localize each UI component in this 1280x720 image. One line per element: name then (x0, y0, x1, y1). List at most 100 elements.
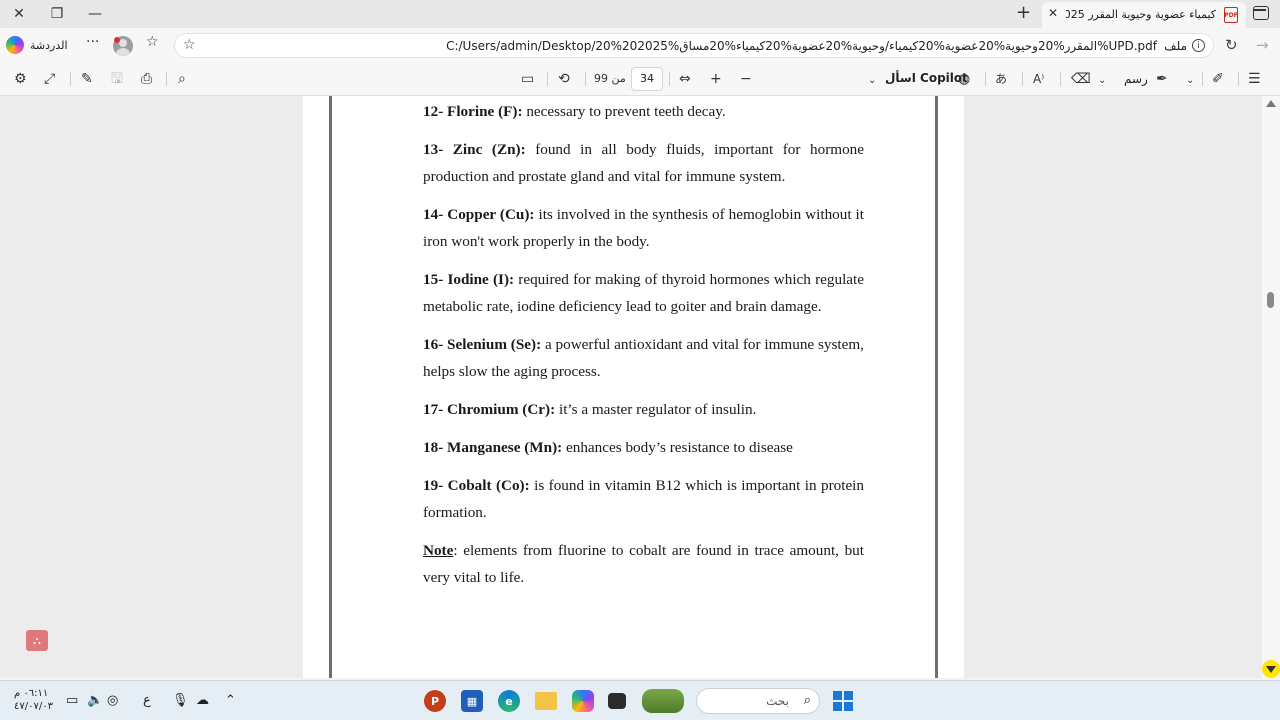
store-icon[interactable]: ▦ (461, 690, 483, 712)
document-paragraph: 12- Florine (F): necessary to prevent te… (423, 98, 864, 125)
window-close-button[interactable]: ✕ (0, 0, 38, 28)
more-options-icon[interactable]: ··· (86, 34, 99, 50)
chevron-up-icon[interactable]: ⌃ (225, 693, 236, 708)
fullscreen-icon[interactable]: ⤢ (44, 70, 55, 88)
add-favorite-icon[interactable]: ☆ (183, 37, 196, 53)
search-icon[interactable]: ⌕ (178, 70, 186, 88)
chevron-down-icon[interactable]: ⌄ (1098, 72, 1106, 90)
language-indicator[interactable]: ع (143, 693, 151, 708)
rotate-icon[interactable]: ⟲ (558, 70, 570, 88)
close-icon: ✕ (13, 6, 25, 22)
new-tab-button[interactable]: + (1016, 2, 1031, 23)
note-paragraph: Note: elements from fluorine to cobalt a… (423, 537, 864, 591)
page-view-icon[interactable]: ▭ (521, 70, 534, 88)
chevron-down-icon[interactable]: ⌄ (868, 72, 876, 90)
pdf-toolbar: ⚙ ⤢ ✎ 🖫 ⎙ ⌕ ▭ ⟲ من 99 34 ⇔ + − ⌄ اسأل Co… (0, 62, 1280, 96)
search-placeholder: بحث (766, 694, 789, 708)
start-windows-icon[interactable] (833, 691, 853, 711)
document-paragraph: 16- Selenium (Se): a powerful antioxidan… (423, 331, 864, 385)
element-heading: 17- Chromium (Cr): (423, 401, 556, 418)
toolbar-divider (1202, 72, 1203, 86)
copilot-icon (6, 36, 24, 54)
document-paragraph: 13- Zinc (Zn): found in all body fluids,… (423, 136, 864, 190)
powerpoint-icon[interactable]: P (424, 690, 446, 712)
zoom-out-icon[interactable]: − (740, 70, 752, 88)
url-text: C:/Users/admin/Desktop/20%202025%المقرر%… (446, 39, 1157, 53)
pen-icon[interactable]: ✒ (1156, 70, 1168, 88)
restore-icon: ❐ (50, 6, 64, 22)
toolbar-divider (985, 72, 986, 86)
microphone-icon[interactable]: 🎙 (172, 693, 189, 708)
toolbar-divider (1022, 72, 1023, 86)
onedrive-icon[interactable]: ☁ (196, 693, 209, 708)
chevron-down-icon[interactable]: ⌄ (1186, 72, 1194, 90)
scroll-up-arrow[interactable] (1266, 100, 1276, 107)
scroll-down-arrow[interactable] (1262, 660, 1280, 678)
refresh-icon[interactable]: ↻ (1225, 36, 1238, 54)
taskbar-search[interactable]: بحث ⌕ (696, 688, 820, 714)
date-text: ٤٧/٠٧/٠٣ (14, 701, 53, 712)
vertical-scrollbar[interactable] (1262, 96, 1280, 678)
document-paragraph: 19- Cobalt (Co): is found in vitamin B12… (423, 472, 864, 526)
element-heading: 15- Iodine (I): (423, 271, 515, 288)
adobe-pdf-icon[interactable]: ⛬ (26, 630, 48, 651)
file-explorer-icon[interactable] (535, 692, 557, 710)
element-description: it’s a master regulator of insulin. (555, 401, 757, 418)
tab-actions-icon[interactable] (1253, 6, 1269, 20)
microsoft-365-icon[interactable] (572, 690, 594, 712)
chat-label: الدردشة (30, 38, 68, 52)
element-heading: 13- Zinc (Zn): (423, 141, 526, 158)
contents-icon[interactable]: ☰ (1248, 70, 1261, 88)
copilot-icon[interactable]: ◍ (958, 70, 970, 88)
save-icon[interactable]: 🖫 (111, 70, 123, 88)
window-minimize-button[interactable]: — (76, 0, 114, 28)
notification-dot (114, 37, 120, 43)
tab-title: كيمياء عضوية وحيوية المقرر 2025 f (1066, 8, 1216, 21)
close-tab-icon[interactable]: ✕ (1048, 6, 1058, 20)
draw-button[interactable]: رسم (1124, 72, 1148, 86)
clock[interactable]: ٠٦:١١ م ٤٧/٠٧/٠٣ (14, 687, 53, 713)
zoom-in-icon[interactable]: + (710, 70, 722, 88)
battery-icon[interactable]: ▭ (66, 693, 78, 708)
note-text: : elements from fluorine to cobalt are f… (423, 542, 864, 586)
element-heading: 14- Copper (Cu): (423, 206, 535, 223)
edit-icon[interactable]: ✎ (81, 70, 93, 88)
fit-width-icon[interactable]: ⇔ (679, 70, 691, 88)
eraser-icon[interactable]: ⌫ (1071, 70, 1091, 88)
element-heading: 12- Florine (F): (423, 103, 523, 120)
terminal-icon[interactable] (608, 693, 626, 709)
toolbar-divider (1060, 72, 1061, 86)
toolbar-divider (547, 72, 548, 86)
address-field[interactable]: ☆ C:/Users/admin/Desktop/20%202025%المقر… (174, 33, 1214, 58)
page-text: 12- Florine (F): necessary to prevent te… (423, 98, 864, 602)
site-info-icon[interactable]: i (1192, 39, 1205, 52)
translate-icon[interactable]: あ (995, 70, 1007, 88)
read-aloud-icon[interactable]: A⁾ (1033, 70, 1044, 88)
document-paragraph: 15- Iodine (I): required for making of t… (423, 266, 864, 320)
favorites-icon[interactable]: ☆ (146, 34, 159, 50)
scroll-thumb[interactable] (1267, 292, 1274, 308)
volume-icon[interactable]: 🔈 (87, 693, 103, 708)
tab-pdf-document[interactable]: ✕ كيمياء عضوية وحيوية المقرر 2025 f PDF (1042, 2, 1246, 28)
network-icon[interactable]: ◎ (107, 693, 118, 708)
element-heading: 16- Selenium (Se): (423, 336, 542, 353)
minimize-icon: — (88, 6, 102, 22)
widgets-icon[interactable] (642, 689, 684, 713)
toolbar-divider (585, 72, 586, 86)
print-icon[interactable]: ⎙ (141, 70, 152, 88)
forward-icon[interactable]: → (1256, 36, 1269, 54)
edge-icon[interactable]: e (498, 690, 520, 712)
highlight-icon[interactable]: ✐ (1212, 70, 1224, 88)
pdf-viewer[interactable]: 12- Florine (F): necessary to prevent te… (0, 96, 1262, 678)
page-number-input[interactable]: 34 (631, 67, 663, 91)
toolbar-divider (669, 72, 670, 86)
settings-icon[interactable]: ⚙ (14, 70, 27, 88)
element-description: necessary to prevent teeth decay. (522, 103, 726, 120)
element-heading: 18- Manganese (Mn): (423, 439, 563, 456)
ask-copilot-button[interactable]: اسأل Copilot (885, 71, 968, 85)
document-paragraph: 14- Copper (Cu): its involved in the syn… (423, 201, 864, 255)
toolbar-divider (1238, 72, 1239, 86)
url-prefix: ملف (1164, 39, 1187, 53)
copilot-chat-button[interactable]: الدردشة (6, 34, 68, 56)
window-restore-button[interactable]: ❐ (38, 0, 76, 28)
